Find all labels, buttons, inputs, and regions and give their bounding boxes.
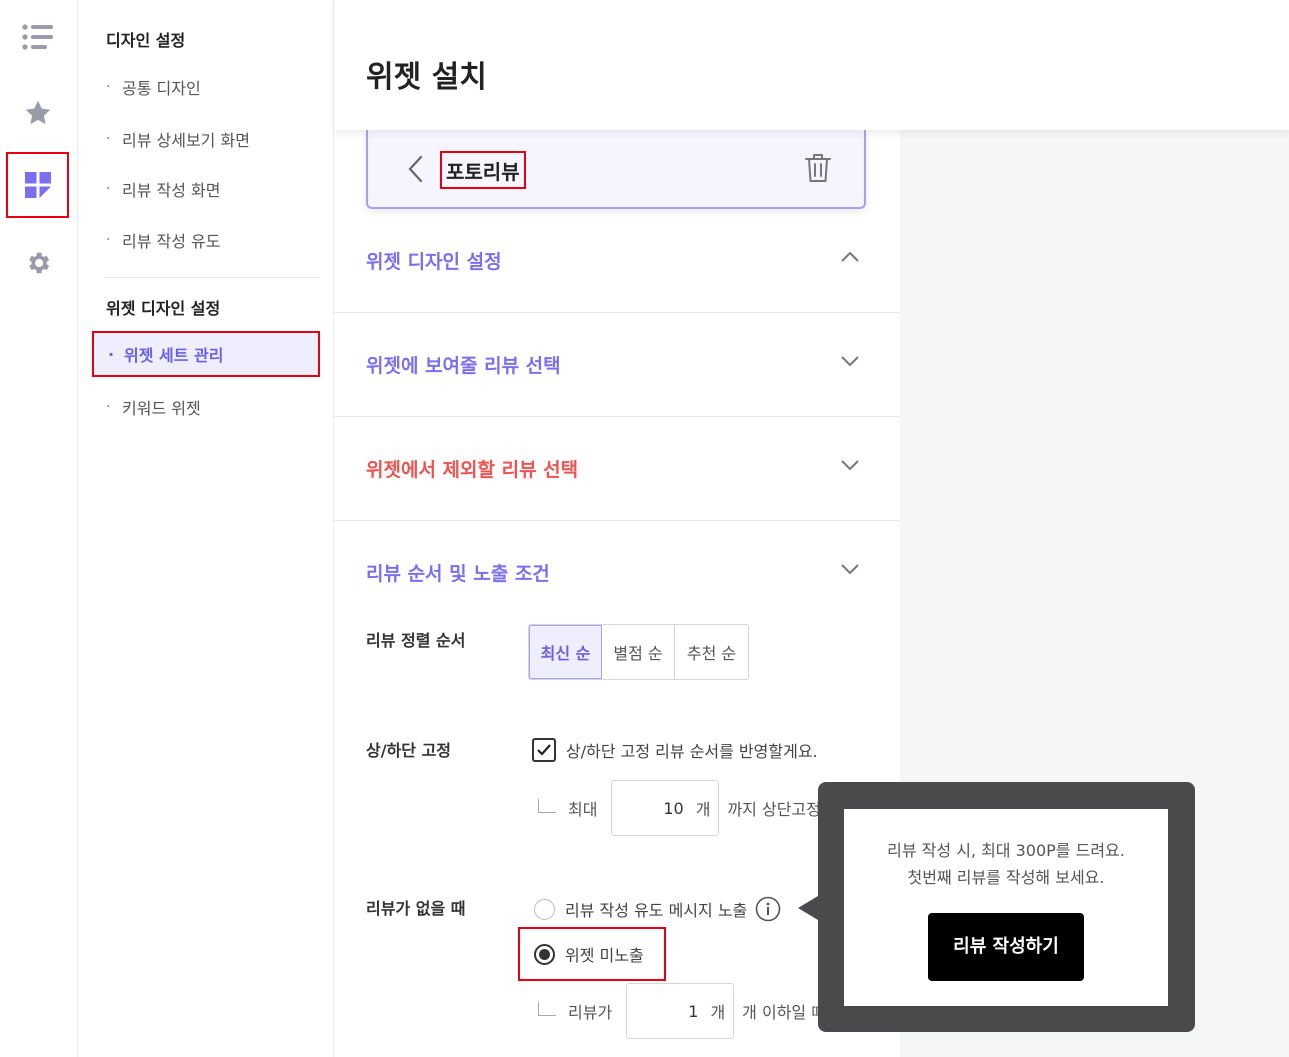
pin-label: 상/하단 고정 bbox=[366, 741, 452, 760]
submenu-item-label: 공통 디자인 bbox=[122, 79, 201, 98]
rail-settings[interactable] bbox=[6, 230, 69, 296]
widget-name: 포토리뷰 bbox=[440, 151, 526, 189]
empty-option-hide[interactable]: 위젯 미노출 bbox=[534, 942, 644, 966]
popup-message-line1: 리뷰 작성 시, 최대 300P를 드려요. bbox=[887, 841, 1125, 860]
submenu-item-widget-set[interactable]: · 위젯 세트 관리 bbox=[92, 331, 320, 377]
pin-max-suffix: 까지 상단고정 bbox=[727, 800, 821, 819]
submenu-item-label: 키워드 위젯 bbox=[122, 399, 201, 418]
section-order-conditions[interactable]: 리뷰 순서 및 노출 조건 bbox=[334, 521, 900, 625]
sort-option-recommend[interactable]: 추천 순 bbox=[675, 625, 748, 679]
review-prompt-popup: 리뷰 작성 시, 최대 300P를 드려요. 첫번째 리뷰를 작성해 보세요. … bbox=[818, 782, 1195, 1032]
chevron-down-icon bbox=[841, 460, 859, 471]
min-value: 1 bbox=[688, 1001, 699, 1021]
popup-arrow bbox=[798, 896, 818, 920]
pin-checkbox-label: 상/하단 고정 리뷰 순서를 반영할게요. bbox=[566, 742, 818, 761]
popup-message: 리뷰 작성 시, 최대 300P를 드려요. 첫번째 리뷰를 작성해 보세요. bbox=[844, 837, 1168, 891]
submenu-item-label: 리뷰 상세보기 화면 bbox=[122, 131, 250, 150]
empty-label: 리뷰가 없을 때 bbox=[366, 899, 466, 918]
sort-option-rating[interactable]: 별점 순 bbox=[602, 625, 675, 679]
pin-max-input[interactable]: 10 개 bbox=[611, 780, 720, 836]
pin-max-prefix: 최대 bbox=[568, 800, 598, 819]
pin-max-row: 최대 10 개 까지 상단고정 bbox=[538, 780, 821, 836]
gear-icon bbox=[28, 252, 49, 274]
page-title: 위젯 설치 bbox=[366, 60, 487, 95]
star-icon bbox=[25, 100, 50, 125]
info-icon[interactable] bbox=[755, 896, 781, 922]
pin-checkbox[interactable] bbox=[532, 738, 556, 762]
section-show-reviews[interactable]: 위젯에 보여줄 리뷰 선택 bbox=[334, 313, 900, 417]
submenu-heading-widget: 위젯 디자인 설정 bbox=[106, 299, 221, 318]
chevron-up-icon bbox=[841, 251, 859, 262]
list-icon bbox=[21, 24, 53, 50]
design-submenu: 디자인 설정 · 공통 디자인 · 리뷰 상세보기 화면 · 리뷰 작성 화면 · 리뷰… bbox=[78, 0, 334, 1057]
radio-button-selected[interactable] bbox=[534, 943, 555, 965]
min-unit: 개 bbox=[710, 1003, 726, 1022]
empty-option-message[interactable]: 리뷰 작성 유도 메시지 노출 bbox=[534, 896, 781, 922]
write-review-button[interactable]: 리뷰 작성하기 bbox=[928, 913, 1084, 981]
submenu-item-common-design[interactable]: · 공통 디자인 bbox=[106, 75, 201, 99]
rail-star[interactable] bbox=[6, 80, 69, 146]
empty-option-label: 리뷰 작성 유도 메시지 노출 bbox=[565, 901, 748, 920]
radio-button[interactable] bbox=[534, 898, 555, 920]
submenu-item-review-write[interactable]: · 리뷰 작성 화면 bbox=[106, 177, 221, 201]
section-title: 위젯 디자인 설정 bbox=[366, 251, 502, 273]
section-title: 리뷰 순서 및 노출 조건 bbox=[366, 563, 550, 585]
chevron-down-icon bbox=[841, 356, 859, 367]
dashboard-icon bbox=[24, 172, 51, 198]
sort-segmented-control: 최신 순 별점 순 추천 순 bbox=[528, 624, 749, 680]
pin-max-unit: 개 bbox=[695, 800, 711, 819]
min-review-input[interactable]: 1 개 bbox=[626, 983, 735, 1039]
sort-option-latest[interactable]: 최신 순 bbox=[529, 625, 602, 679]
check-icon bbox=[537, 744, 551, 756]
submenu-item-label: 위젯 세트 관리 bbox=[124, 346, 224, 365]
corner-indent-icon bbox=[538, 1002, 556, 1016]
submenu-item-label: 리뷰 작성 화면 bbox=[122, 181, 221, 200]
rail-list[interactable] bbox=[6, 4, 69, 70]
trash-icon[interactable] bbox=[804, 152, 832, 184]
chevron-down-icon bbox=[841, 564, 859, 575]
popup-content: 리뷰 작성 시, 최대 300P를 드려요. 첫번째 리뷰를 작성해 보세요. … bbox=[844, 809, 1168, 1006]
section-exclude-reviews[interactable]: 위젯에서 제외할 리뷰 선택 bbox=[334, 417, 900, 521]
pin-checkbox-row[interactable]: 상/하단 고정 리뷰 순서를 반영할게요. bbox=[532, 738, 818, 762]
section-title: 위젯에 보여줄 리뷰 선택 bbox=[366, 355, 561, 377]
submenu-item-label: 리뷰 작성 유도 bbox=[122, 232, 221, 251]
corner-indent-icon bbox=[538, 799, 556, 813]
sort-label: 리뷰 정렬 순서 bbox=[366, 631, 466, 650]
min-suffix: 개 이하일 때 bbox=[742, 1003, 826, 1022]
section-widget-design[interactable]: 위젯 디자인 설정 bbox=[334, 209, 900, 313]
submenu-heading-design: 디자인 설정 bbox=[106, 31, 186, 50]
chevron-left-icon[interactable] bbox=[406, 154, 426, 184]
min-review-row: 리뷰가 1 개 개 이하일 때 bbox=[538, 983, 826, 1039]
submenu-item-review-induce[interactable]: · 리뷰 작성 유도 bbox=[106, 228, 221, 252]
section-title: 위젯에서 제외할 리뷰 선택 bbox=[366, 459, 579, 481]
widget-card: 포토리뷰 bbox=[366, 130, 866, 209]
popup-message-line2: 첫번째 리뷰를 작성해 보세요. bbox=[907, 868, 1105, 887]
min-prefix: 리뷰가 bbox=[568, 1003, 613, 1022]
empty-option-label: 위젯 미노출 bbox=[565, 946, 644, 965]
rail-dashboard[interactable] bbox=[6, 152, 69, 218]
submenu-divider bbox=[104, 277, 320, 278]
submenu-item-keyword-widget[interactable]: · 키워드 위젯 bbox=[106, 395, 201, 419]
pin-max-value: 10 bbox=[663, 798, 684, 818]
page-header: 위젯 설치 bbox=[334, 0, 1289, 130]
icon-rail bbox=[0, 0, 78, 1057]
submenu-item-review-detail[interactable]: · 리뷰 상세보기 화면 bbox=[106, 127, 250, 151]
